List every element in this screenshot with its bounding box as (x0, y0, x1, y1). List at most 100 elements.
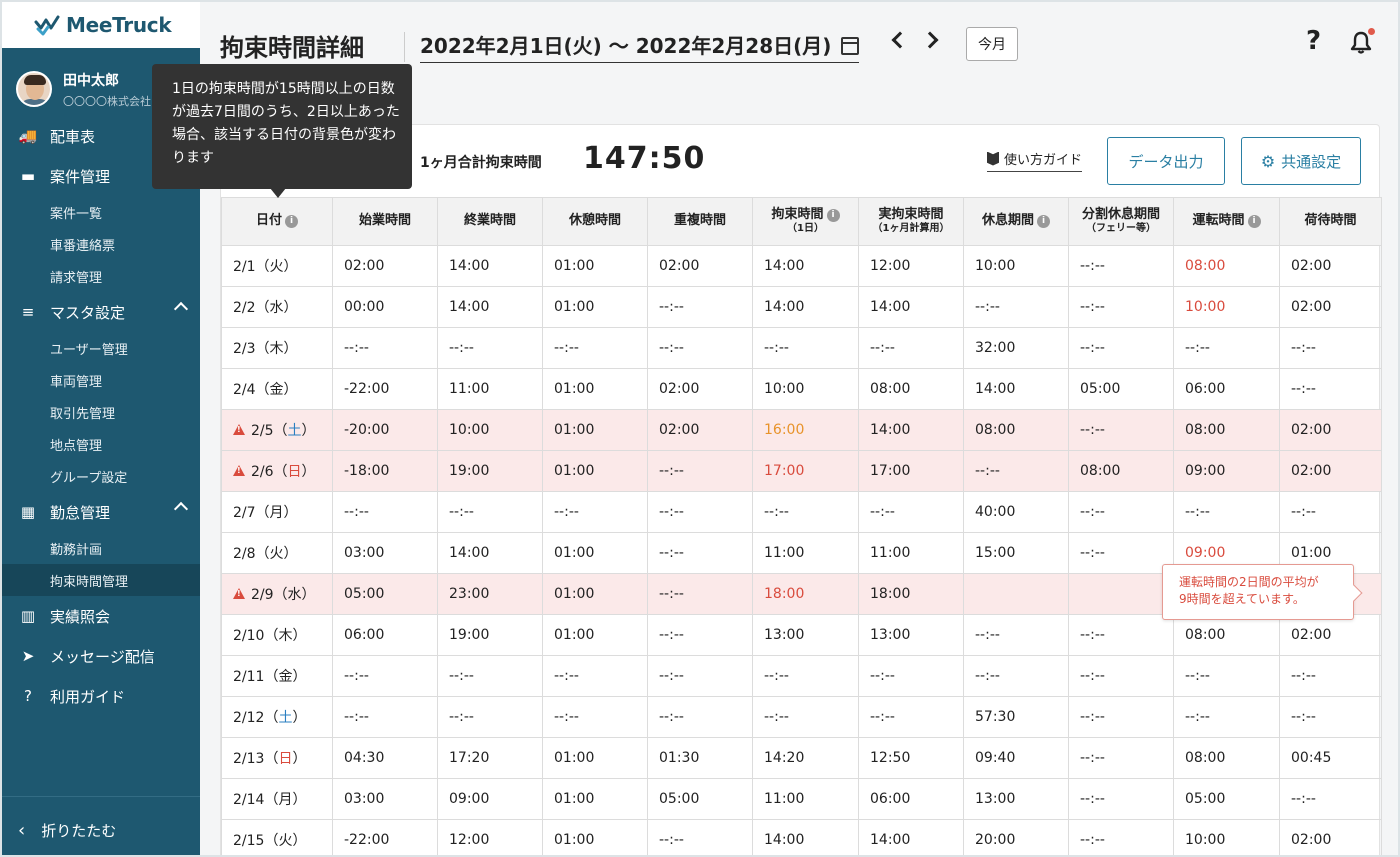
weekday-text: 金 (278, 669, 293, 685)
time-cell: --:-- (1173, 491, 1280, 533)
nav-item-guide[interactable]: ? 利用ガイド (2, 676, 200, 716)
nav-item-results[interactable]: ▥ 実績照会 (2, 596, 200, 636)
time-cell: --:-- (1068, 327, 1174, 369)
nav-item-messages[interactable]: ➤ メッセージ配信 (2, 636, 200, 676)
time-cell: 03:00 (332, 778, 438, 820)
time-cell: --:-- (1279, 368, 1382, 410)
time-cell: 15:00 (963, 532, 1069, 574)
time-cell: --:-- (542, 655, 648, 697)
weekday-text: 土 (287, 423, 302, 439)
table-row[interactable]: 2/7（月） --:-- --:-- --:-- --:-- --:-- --:-- 40:0… (221, 491, 1382, 533)
info-icon[interactable]: i (826, 209, 840, 223)
date-cell: 2/15（火） (221, 819, 333, 855)
time-cell: --:-- (1068, 245, 1174, 287)
column-header: 休息期間 i (963, 197, 1069, 246)
table-row[interactable]: 2/1（火） 02:00 14:00 01:00 02:00 14:00 12:00 10:0… (221, 245, 1382, 287)
time-cell: --:-- (963, 450, 1069, 492)
info-icon[interactable]: i (285, 215, 298, 229)
nav-label: メッセージ配信 (50, 647, 155, 666)
table-row[interactable]: 2/3（木） --:-- --:-- --:-- --:-- --:-- --:-- 32:0… (221, 327, 1382, 369)
avatar (16, 71, 52, 107)
nav-sub-item-case-list[interactable]: 案件一覧 (2, 196, 200, 228)
column-header-sublabel: （1ヶ月計算用） (872, 223, 950, 235)
date-range-picker[interactable]: 2022年2月1日(火) 〜 2022年2月28日(月) (420, 30, 860, 63)
time-cell: 01:00 (542, 778, 648, 820)
table-row[interactable]: 2/14（月） 03:00 09:00 01:00 05:00 11:00 06:00 13:… (221, 778, 1382, 820)
nav-sub-item-users[interactable]: ユーザー管理 (2, 332, 200, 364)
table-row[interactable]: 2/6（日）-18:0019:0001:00--:--17:0017:00--:… (221, 450, 1382, 492)
nav-item-attendance[interactable]: ▦ 勤怠管理 (2, 492, 200, 532)
collapse-button[interactable]: ‹ 折りたたむ (18, 820, 116, 841)
date-cell: 2/8（火） (221, 532, 333, 574)
table-row[interactable]: 2/13（日） 04:30 17:20 01:00 01:30 14:20 12:50 09:… (221, 737, 1382, 779)
time-cell: --:-- (1279, 491, 1382, 533)
table-row[interactable]: 2/2（水） 00:00 14:00 01:00 --:-- 14:00 14:00 --:-… (221, 286, 1382, 328)
time-cell: 01:00 (542, 573, 648, 615)
next-month-button[interactable] (921, 31, 939, 49)
time-cell: 18:00 (858, 573, 964, 615)
nav-sub-item-groups[interactable]: グループ設定 (2, 460, 200, 492)
export-button[interactable]: データ出力 (1107, 137, 1225, 185)
nav-sub-item-locations[interactable]: 地点管理 (2, 428, 200, 460)
nav-sub-item-vehicles[interactable]: 車両管理 (2, 364, 200, 396)
column-header: 実拘束時間 （1ヶ月計算用） (858, 197, 964, 246)
table-row[interactable]: 2/15（火） -22:00 12:00 01:00 --:-- 14:00 14:00 20… (221, 819, 1382, 855)
nav-sub-item-billing[interactable]: 請求管理 (2, 260, 200, 292)
column-header-label: 休息期間 (981, 213, 1034, 229)
usage-guide-link[interactable]: 使い方ガイド (987, 149, 1083, 172)
table-row[interactable]: 2/11（金） --:-- --:-- --:-- --:-- --:-- --:-- --:… (221, 655, 1382, 697)
weekday-text: 月 (278, 792, 293, 808)
date-cell: 2/2（水） (221, 286, 333, 328)
time-cell: 18:00 (752, 573, 859, 615)
time-cell: --:-- (542, 696, 648, 738)
logo[interactable]: MeeTruck (2, 2, 200, 48)
date-cell: 2/12（土） (221, 696, 333, 738)
time-cell: 09:40 (963, 737, 1069, 779)
common-settings-button[interactable]: ⚙ 共通設定 (1241, 137, 1361, 185)
calendar-icon (841, 37, 860, 55)
time-cell: 01:00 (542, 245, 648, 287)
time-cell: 23:00 (437, 573, 543, 615)
date-cell: 2/7（月） (221, 491, 333, 533)
this-month-button[interactable]: 今月 (966, 27, 1018, 61)
time-cell: -18:00 (332, 450, 438, 492)
date-cell: 2/13（日） (221, 737, 333, 779)
date-text: 2/8 (233, 546, 256, 562)
date-text: 2/9 (251, 587, 274, 603)
info-icon[interactable]: i (1247, 215, 1261, 229)
prev-month-button[interactable] (891, 31, 909, 49)
nav-sub-item-vehicle-slip[interactable]: 車番連絡票 (2, 228, 200, 260)
time-cell: 14:00 (752, 819, 859, 855)
time-cell: --:-- (1279, 327, 1382, 369)
nav-sub-item-clients[interactable]: 取引先管理 (2, 396, 200, 428)
user-name: 田中太郎 (63, 72, 119, 89)
help-icon[interactable]: ? (1306, 26, 1321, 56)
column-header: 運転時間 i (1173, 197, 1280, 246)
time-cell: 11:00 (858, 532, 964, 574)
weekday-text: 火 (278, 833, 293, 849)
time-cell: --:-- (647, 573, 753, 615)
nav-sub-item-work-plan[interactable]: 勤務計画 (2, 532, 200, 564)
time-cell: --:-- (1068, 491, 1174, 533)
nav-item-master[interactable]: ≡ マスタ設定 (2, 292, 200, 332)
info-icon[interactable]: i (1037, 215, 1050, 229)
binding-time-table: 日付 i 始業時間 終業時間 休憩時間 重複時間 拘束時間 i （1日） 実拘束時間 （1ヶ月計算用… (221, 197, 1382, 855)
table-row[interactable]: 2/12（土） --:-- --:-- --:-- --:-- --:-- --:-- 57:… (221, 696, 1382, 738)
time-cell: 01:00 (542, 819, 648, 855)
table-row[interactable]: 2/4（金） -22:00 11:00 01:00 02:00 10:00 08:00 14:… (221, 368, 1382, 410)
column-header-label: 休憩時間 (568, 213, 621, 229)
chevron-up-icon (173, 501, 189, 517)
time-cell: --:-- (1068, 409, 1174, 451)
weekday-text: 日 (278, 751, 293, 767)
time-cell: --:-- (752, 327, 859, 369)
table-row[interactable]: 2/10（木） 06:00 19:00 01:00 --:-- 13:00 13:00 --:… (221, 614, 1382, 656)
table-body: 2/1（火） 02:00 14:00 01:00 02:00 14:00 12:00 10:0… (221, 245, 1382, 855)
time-cell: --:-- (647, 696, 753, 738)
nav-sub-item-binding-time[interactable]: 拘束時間管理 (2, 564, 200, 596)
user-company: 〇〇〇〇株式会社 (63, 94, 151, 108)
weekday-text: 火 (269, 259, 284, 275)
calendar-icon: ▦ (20, 503, 36, 521)
time-cell: 11:00 (752, 778, 859, 820)
table-row[interactable]: 2/5（土）-20:0010:0001:0002:0016:0014:0008:… (221, 409, 1382, 451)
weekday-text: 月 (269, 505, 284, 521)
